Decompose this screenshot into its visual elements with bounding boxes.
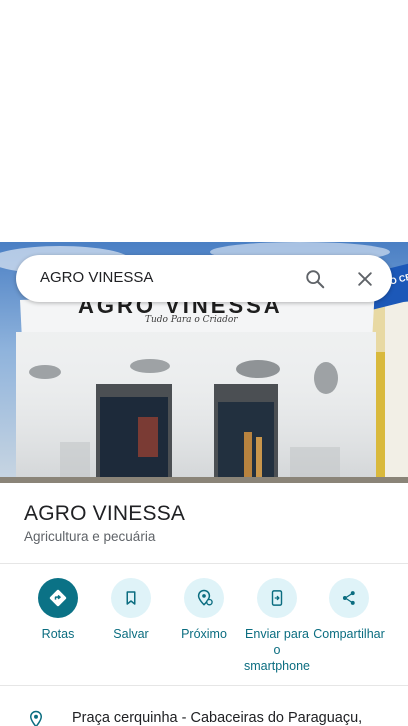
place-details-screen: POVO CERQUI AGRO VINESSA Tudo Para o Cri… — [0, 0, 408, 726]
share-button[interactable]: Compartilhar — [312, 578, 386, 642]
search-query-text[interactable]: AGRO VINESSA — [40, 269, 153, 286]
save-label: Salvar — [113, 627, 149, 641]
send-to-phone-button[interactable]: Enviar para o smartphone — [240, 578, 314, 674]
save-button[interactable]: Salvar — [94, 578, 168, 642]
nearby-button[interactable]: Próximo — [167, 578, 241, 642]
search-bar[interactable]: AGRO VINESSA — [16, 255, 392, 302]
directions-label: Rotas — [41, 627, 75, 641]
divider — [0, 563, 408, 564]
divider — [0, 685, 408, 686]
bookmark-icon — [111, 578, 151, 618]
location-pin-icon — [27, 710, 45, 726]
close-icon[interactable] — [352, 266, 378, 292]
share-icon — [329, 578, 369, 618]
directions-icon — [38, 578, 78, 618]
nearby-icon — [184, 578, 224, 618]
search-icon[interactable] — [302, 266, 328, 292]
place-name: AGRO VINESSA — [24, 502, 186, 525]
sign-sub-text: Tudo Para o Criador — [145, 315, 238, 325]
address-row[interactable]: Praça cerquinha - Cabaceiras do Paraguaç… — [0, 700, 408, 726]
send-to-phone-label: Enviar para o smartphone — [243, 627, 310, 673]
address-text: Praça cerquinha - Cabaceiras do Paraguaç… — [72, 710, 363, 726]
nearby-label: Próximo — [181, 627, 227, 641]
directions-button[interactable]: Rotas — [21, 578, 95, 642]
place-category: Agricultura e pecuária — [24, 529, 156, 544]
share-label: Compartilhar — [313, 627, 385, 641]
send-to-phone-icon — [257, 578, 297, 618]
